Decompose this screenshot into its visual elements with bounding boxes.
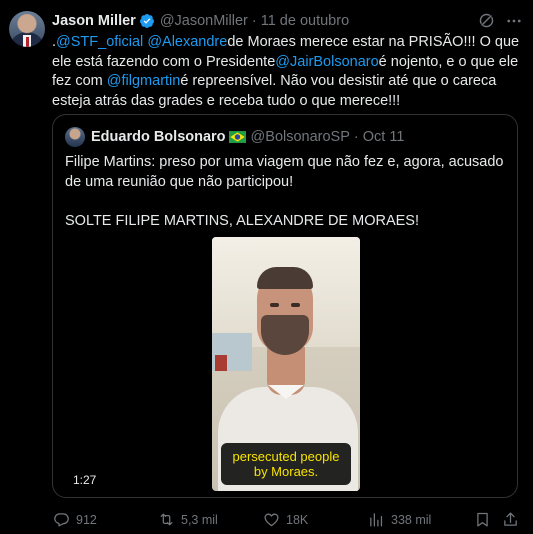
tweet-header: Jason Miller @JasonMiller · 11 de outubr…: [52, 12, 349, 30]
quote-author-name[interactable]: Eduardo Bolsonaro: [91, 129, 226, 145]
video-person-hair: [257, 267, 313, 289]
brazil-flag-icon: [228, 131, 246, 143]
more-icon[interactable]: [505, 12, 523, 30]
video-duration: 1:27: [73, 473, 97, 487]
video-person-eye: [270, 303, 279, 307]
views-count: 338 mil: [391, 512, 432, 527]
quote-author-handle[interactable]: @BolsonaroSP: [251, 129, 350, 145]
views-icon: [370, 513, 383, 527]
quote-text-line: Filipe Martins: preso por uma viagem que…: [65, 154, 504, 190]
mention-filgmartin[interactable]: @filgmartin: [107, 73, 181, 89]
tweet[interactable]: Jason Miller @JasonMiller · 11 de outubr…: [0, 0, 533, 534]
quoted-tweet[interactable]: Eduardo Bolsonaro @BolsonaroSP · Oct 11 …: [52, 114, 518, 498]
reply-button[interactable]: 912: [53, 511, 97, 528]
quote-text: Filipe Martins: preso por uma viagem que…: [65, 153, 505, 251]
mention-stf[interactable]: @STF_oficial: [56, 34, 143, 50]
views-button[interactable]: 338 mil: [368, 511, 431, 528]
author-handle[interactable]: @JasonMiller: [160, 13, 248, 29]
verified-badge-icon: [139, 14, 154, 28]
author-name[interactable]: Jason Miller: [52, 13, 136, 29]
mention-jair[interactable]: @JairBolsonaro: [275, 54, 378, 70]
quote-text-line: SOLTE FILIPE MARTINS, ALEXANDRE DE MORAE…: [65, 212, 419, 229]
quote-header-separator: ·: [353, 129, 359, 145]
header-separator: ·: [251, 13, 257, 29]
reply-icon: [54, 513, 69, 527]
quote-author-avatar[interactable]: [65, 127, 85, 147]
video-person-eye: [291, 303, 300, 307]
repost-count: 5,3 mil: [181, 512, 218, 527]
quote-header: Eduardo Bolsonaro @BolsonaroSP · Oct 11: [91, 128, 404, 146]
author-avatar[interactable]: [9, 11, 45, 47]
action-bar: 912 5,3 mil 18K 338 mil: [0, 508, 533, 532]
video-object: [215, 355, 227, 371]
grok-icon[interactable]: [478, 12, 495, 29]
share-icon[interactable]: [502, 511, 519, 528]
video-caption: persecuted people by Moraes.: [221, 443, 351, 485]
mention-alexandre[interactable]: @Alexandre: [147, 34, 227, 50]
tweet-text: .@STF_oficial @Alexandrede Moraes merece…: [52, 33, 522, 111]
repost-icon: [160, 513, 173, 526]
tweet-date[interactable]: 11 de outubro: [261, 13, 349, 29]
caption-line: by Moraes.: [253, 464, 319, 479]
caption-line: persecuted people: [232, 449, 340, 464]
reply-count: 912: [76, 512, 97, 527]
quote-date[interactable]: Oct 11: [363, 129, 405, 145]
bookmark-icon[interactable]: [474, 511, 491, 528]
repost-button[interactable]: 5,3 mil: [158, 511, 218, 528]
like-button[interactable]: 18K: [263, 511, 308, 528]
like-count: 18K: [286, 512, 309, 527]
avatar-tie: [25, 37, 29, 47]
video-player[interactable]: persecuted people by Moraes.: [212, 237, 360, 491]
like-icon: [264, 513, 279, 527]
